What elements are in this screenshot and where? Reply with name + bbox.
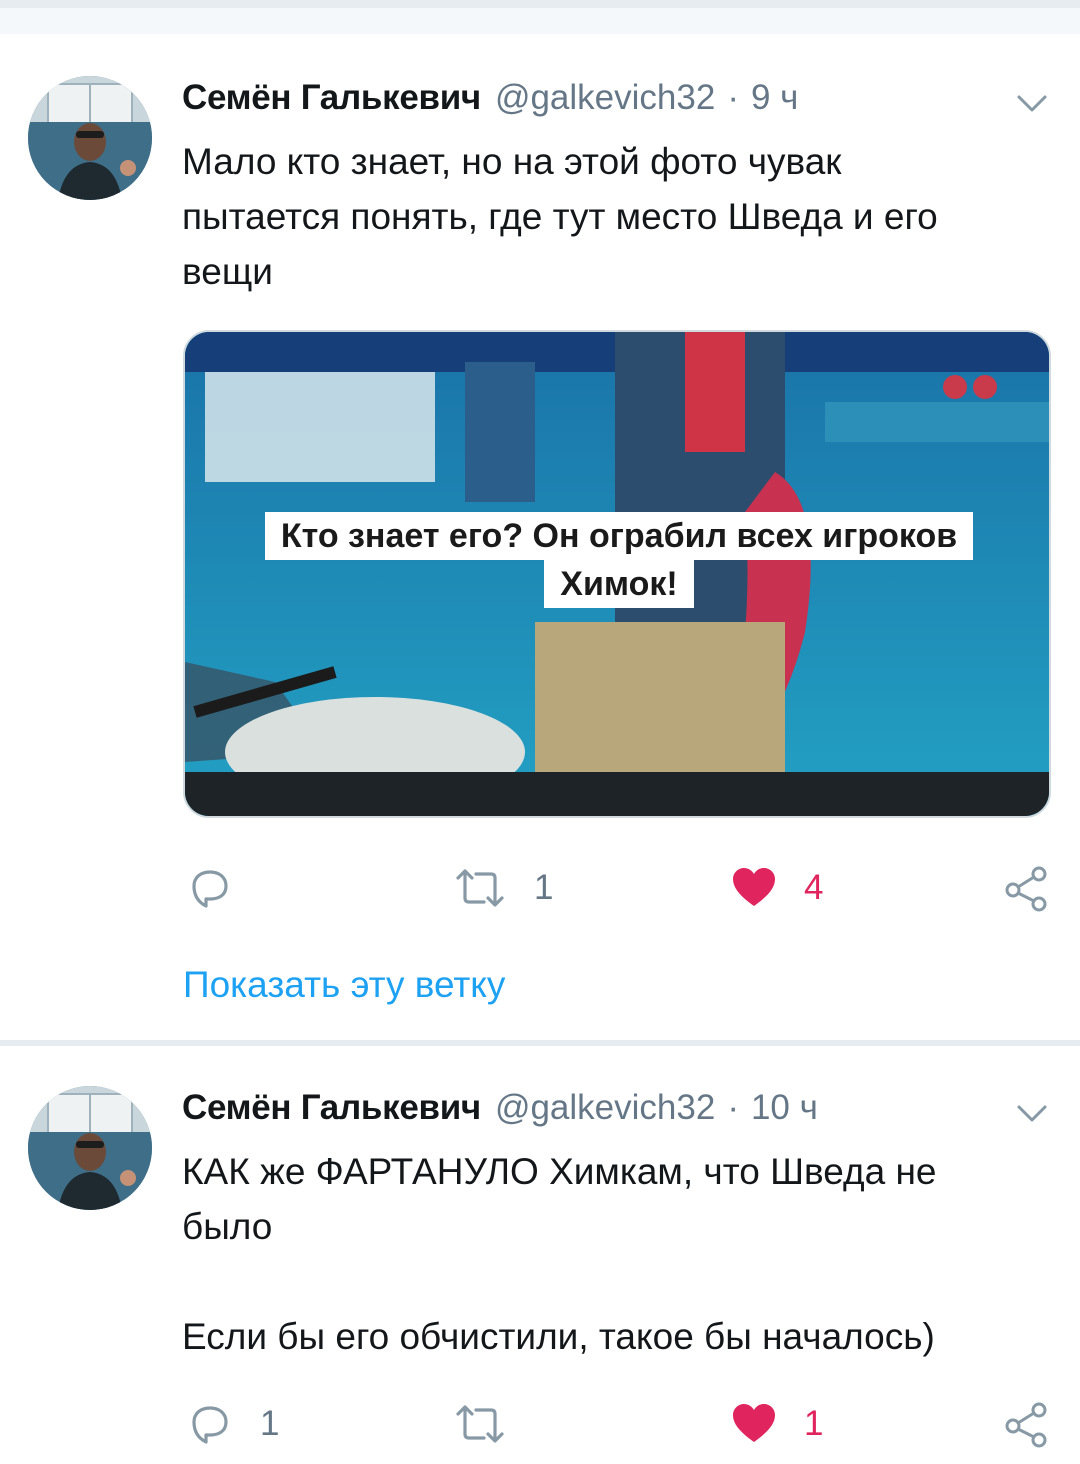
like-button[interactable]: 4	[730, 860, 823, 916]
tweet-actions: 1 4	[0, 860, 1080, 916]
tweet-timestamp[interactable]: 10 ч	[751, 1088, 818, 1128]
avatar-photo	[28, 76, 152, 200]
top-divider-strip	[0, 0, 1080, 34]
header-separator: ·	[727, 78, 739, 117]
chevron-down-icon[interactable]	[1014, 88, 1050, 118]
author-handle[interactable]: @galkevich32	[495, 1088, 715, 1128]
tweet-media-image[interactable]: Кто знает его? Он ограбил всех игроков Х…	[183, 330, 1051, 818]
media-caption-line: Химок!	[544, 560, 694, 608]
reply-button[interactable]	[186, 860, 260, 916]
like-button[interactable]: 1	[730, 1396, 823, 1452]
author-handle[interactable]: @galkevich32	[495, 78, 715, 118]
tweet-header: Семён Галькевич @galkevich32 · 10 ч	[182, 1088, 818, 1134]
heart-icon	[733, 1404, 775, 1442]
tweet[interactable]: Семён Галькевич @galkevich32 · 9 ч Мало …	[0, 34, 1080, 1040]
retweet-count: 1	[534, 868, 554, 907]
reply-icon	[192, 1406, 228, 1444]
share-button[interactable]	[1002, 1396, 1050, 1452]
heart-icon	[733, 868, 775, 906]
header-separator: ·	[727, 1088, 739, 1127]
avatar[interactable]	[28, 76, 152, 200]
tweet-text: КАК же ФАРТАНУЛО Химкам, что Шведа не бы…	[182, 1151, 937, 1357]
retweet-icon	[456, 1405, 504, 1443]
avatar[interactable]	[28, 1086, 152, 1210]
media-caption: Кто знает его? Он ограбил всех игроков Х…	[185, 512, 1049, 608]
share-icon	[1005, 866, 1047, 912]
tweet-actions: 1 1	[0, 1396, 1080, 1452]
reply-icon	[192, 870, 228, 908]
like-count: 1	[804, 1404, 824, 1443]
retweet-button[interactable]: 1	[452, 860, 553, 916]
retweet-button[interactable]	[452, 1396, 534, 1452]
media-caption-line: Кто знает его? Он ограбил всех игроков	[264, 512, 974, 560]
show-thread-link[interactable]: Показать эту ветку	[183, 964, 505, 1006]
retweet-icon	[456, 869, 504, 907]
tweet-header: Семён Галькевич @galkevich32 · 9 ч	[182, 78, 798, 124]
share-icon	[1005, 1402, 1047, 1448]
share-button[interactable]	[1002, 860, 1050, 916]
top-divider-inner	[0, 8, 1080, 34]
tweet[interactable]: Семён Галькевич @galkevich32 · 10 ч КАК …	[0, 1046, 1080, 1464]
chevron-down-icon[interactable]	[1014, 1098, 1050, 1128]
like-count: 4	[804, 868, 824, 907]
tweet-timestamp[interactable]: 9 ч	[751, 78, 798, 118]
reply-count: 1	[260, 1404, 280, 1443]
author-name[interactable]: Семён Галькевич	[182, 78, 481, 118]
avatar-photo	[28, 1086, 152, 1210]
author-name[interactable]: Семён Галькевич	[182, 1088, 481, 1128]
reply-button[interactable]: 1	[186, 1396, 279, 1452]
tweet-text: Мало кто знает, но на этой фото чувак пы…	[182, 141, 938, 292]
